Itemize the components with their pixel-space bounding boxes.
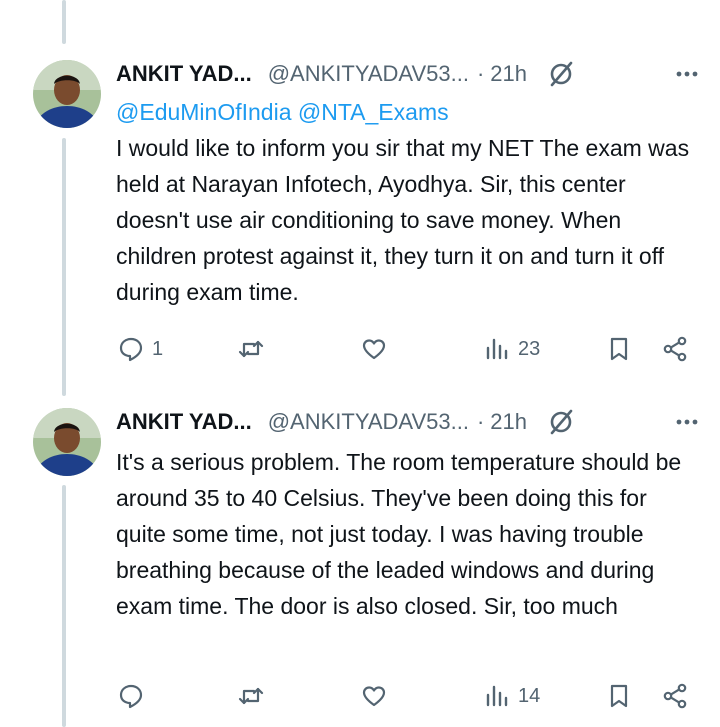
retweet-button[interactable] — [238, 332, 272, 366]
share-icon — [663, 683, 687, 709]
heart-icon — [362, 339, 386, 360]
views-button[interactable]: 14 — [484, 679, 540, 713]
tweet-text: I would like to inform you sir that my N… — [116, 135, 690, 305]
share-button[interactable] — [662, 332, 688, 366]
user-handle[interactable]: @ANKITYADAV53... — [268, 409, 469, 435]
more-icon[interactable] — [674, 61, 700, 87]
like-button[interactable] — [361, 332, 395, 366]
tweet-body: @EduMinOfIndia @NTA_Exams I would like t… — [116, 94, 701, 310]
heart-icon — [362, 686, 386, 707]
action-bar: 14 — [116, 679, 696, 713]
mention-links[interactable]: @EduMinOfIndia @NTA_Exams — [116, 94, 701, 130]
views-icon — [486, 685, 508, 707]
user-handle[interactable]: @ANKITYADAV53... — [268, 61, 469, 87]
reply-button[interactable]: 1 — [118, 332, 163, 366]
share-button[interactable] — [662, 679, 688, 713]
tweet-body: It's a serious problem. The room tempera… — [116, 444, 701, 624]
views-count: 23 — [518, 337, 541, 360]
reply-count: 1 — [152, 337, 164, 360]
separator: · — [476, 61, 485, 86]
reply-button[interactable] — [118, 679, 152, 713]
views-icon — [486, 338, 508, 360]
reply-icon — [119, 684, 143, 709]
like-button[interactable] — [361, 679, 395, 713]
separator: · — [476, 409, 485, 434]
tweet-1[interactable]: ANKIT YAD... @ANKITYADAV53... · 21h @Edu… — [0, 0, 720, 400]
more-icon[interactable] — [674, 409, 700, 435]
action-bar: 1 23 — [116, 332, 696, 366]
tweet-text: It's a serious problem. The room tempera… — [116, 449, 682, 619]
reply-icon — [119, 337, 143, 362]
timestamp[interactable]: 21h — [490, 61, 527, 87]
views-button[interactable]: 23 — [484, 332, 540, 366]
avatar[interactable] — [33, 408, 101, 476]
tweet-header: ANKIT YAD... @ANKITYADAV53... · 21h — [116, 56, 700, 92]
views-count: 14 — [518, 684, 541, 707]
retweet-icon — [238, 340, 264, 358]
share-icon — [663, 336, 687, 362]
display-name[interactable]: ANKIT YAD... — [116, 61, 252, 87]
tweet-2[interactable]: ANKIT YAD... @ANKITYADAV53... · 21h It's… — [0, 400, 720, 727]
grok-icon[interactable] — [547, 60, 575, 88]
retweet-button[interactable] — [238, 679, 272, 713]
bookmark-icon — [610, 684, 628, 708]
display-name[interactable]: ANKIT YAD... — [116, 409, 252, 435]
bookmark-icon — [610, 337, 628, 361]
avatar[interactable] — [33, 60, 101, 128]
retweet-icon — [238, 687, 264, 705]
bookmark-button[interactable] — [606, 679, 632, 713]
tweet-header: ANKIT YAD... @ANKITYADAV53... · 21h — [116, 404, 700, 440]
grok-icon[interactable] — [547, 408, 575, 436]
bookmark-button[interactable] — [606, 332, 632, 366]
timestamp[interactable]: 21h — [490, 409, 527, 435]
